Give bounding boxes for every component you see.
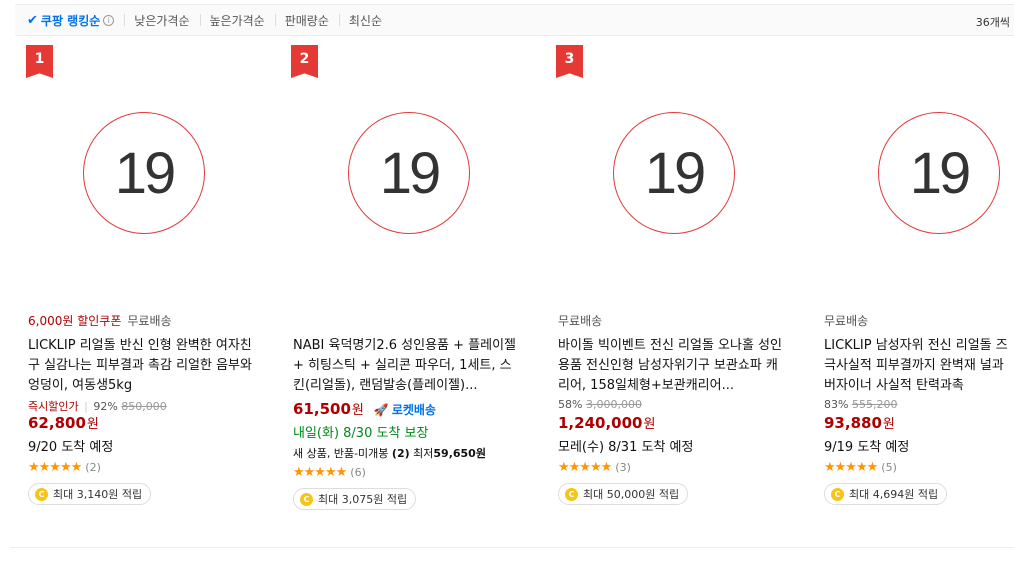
free-shipping-label: 무료배송 — [558, 314, 603, 328]
star-icon: ★★★★★ — [824, 459, 878, 475]
rocket-label: 로켓배송 — [391, 403, 436, 417]
discount-label: 즉시할인가 — [28, 400, 79, 413]
promo-line: 무료배송 — [558, 312, 798, 328]
coin-icon: C — [300, 492, 313, 506]
product-card[interactable]: 1 19 6,000원 할인쿠폰 무료배송 LICKLIP 리얼돌 반신 인형 완… — [15, 42, 265, 522]
sort-high-price[interactable]: 높은가격순 — [199, 13, 275, 28]
free-shipping-label: 무료배송 — [824, 314, 869, 328]
original-price: 555,200 — [851, 398, 898, 411]
sort-sales[interactable]: 판매량순 — [274, 13, 339, 28]
promo-line: 6,000원 할인쿠폰 무료배송 — [28, 312, 268, 328]
rating-count: (2) — [85, 460, 101, 474]
reward-badge: C 최대 4,694원 적립 — [824, 483, 948, 505]
promo-line: 무료배송 — [824, 312, 1014, 328]
coupon-label: 6,000원 할인쿠폰 — [28, 314, 122, 328]
coin-icon: C — [831, 487, 844, 501]
age-restricted-icon[interactable]: 19 — [613, 112, 735, 234]
used-offer[interactable]: 새 상품, 반품-미개봉 (2) 최저59,650원 — [293, 445, 533, 460]
arrival-info: 9/19 도착 예정 — [824, 440, 910, 455]
currency-label: 원 — [86, 417, 99, 432]
reward-label: 최대 50,000원 적립 — [583, 488, 680, 501]
sort-coupang-ranking[interactable]: ✔ 쿠팡 랭킹순 i — [15, 12, 124, 28]
reward-label: 최대 3,140원 적립 — [53, 488, 143, 501]
age-restricted-icon[interactable]: 19 — [348, 112, 470, 234]
promo-line — [293, 312, 533, 328]
age-restricted-icon[interactable]: 19 — [878, 112, 1000, 234]
arrival-info: 9/20 도착 예정 — [28, 440, 114, 455]
reward-badge: C 최대 3,075원 적립 — [293, 488, 417, 510]
discount-rate: 83% — [824, 398, 849, 411]
original-price: 850,000 — [121, 400, 167, 413]
sale-price: 62,800 — [28, 414, 86, 432]
product-name[interactable]: 바이돌 빅이벤트 전신 리얼돌 오나홀 성인용품 전신인형 남성자위기구 보관쇼… — [558, 336, 788, 396]
star-icon: ★★★★★ — [293, 464, 347, 480]
rating: ★★★★★ (5) — [824, 459, 1014, 475]
rating: ★★★★★ (3) — [558, 459, 798, 475]
rating-count: (3) — [615, 460, 631, 474]
star-icon: ★★★★★ — [558, 459, 612, 475]
product-card[interactable]: 3 19 무료배송 바이돌 빅이벤트 전신 리얼돌 오나홀 성인용품 전신인형 … — [545, 42, 795, 522]
sort-low-price[interactable]: 낮은가격순 — [124, 13, 199, 28]
coin-icon: C — [35, 487, 48, 501]
product-name[interactable]: LICKLIP 남성자위 전신 리얼돌 즈 극사실적 피부결까지 완벽재 널과 … — [824, 336, 1014, 396]
reward-label: 최대 3,075원 적립 — [318, 493, 408, 506]
price-row: 62,800 원 — [28, 413, 268, 434]
divider — [10, 547, 1014, 548]
used-offer-count: (2) — [391, 447, 410, 460]
product-name[interactable]: LICKLIP 리얼돌 반신 인형 완벽한 여자친구 실감나는 피부결과 촉감 … — [28, 336, 258, 396]
original-price: 3,000,000 — [585, 398, 642, 411]
discount-rate: 92% — [93, 400, 118, 413]
price-row: 61,500 원 🚀 로켓배송 — [293, 399, 533, 420]
currency-label: 원 — [351, 403, 364, 418]
discount-line: 83% 555,200 — [824, 398, 1014, 412]
coin-icon: C — [565, 487, 578, 501]
rank-badge: 3 — [556, 45, 583, 78]
price-row: 93,880 원 — [824, 413, 1014, 434]
discount-line: 58% 3,000,000 — [558, 398, 798, 412]
rank-badge: 1 — [26, 45, 53, 78]
used-offer-label: 새 상품, 반품-미개봉 — [293, 447, 389, 460]
arrival-info: 모레(수) 8/31 도착 예정 — [558, 440, 694, 455]
sale-price: 1,240,000 — [558, 414, 643, 432]
sale-price: 61,500 — [293, 400, 351, 418]
reward-badge: C 최대 50,000원 적립 — [558, 483, 689, 505]
info-icon[interactable]: i — [103, 14, 115, 26]
rating-count: (5) — [881, 460, 897, 474]
used-offer-min-label: 최저 — [413, 447, 434, 460]
star-icon: ★★★★★ — [28, 459, 82, 475]
discount-rate: 58% — [558, 398, 583, 411]
used-offer-min-price: 59,650원 — [433, 447, 486, 460]
sort-newest[interactable]: 최신순 — [338, 13, 392, 28]
check-icon: ✔ — [27, 12, 38, 28]
rating-count: (6) — [350, 465, 366, 479]
discount-line: 즉시할인가 | 92% 850,000 — [28, 398, 268, 413]
product-card[interactable]: 2 19 NABI 육덕명기2.6 성인용품 + 플레이젤 + 히팅스틱 + 실… — [280, 42, 530, 522]
reward-label: 최대 4,694원 적립 — [849, 488, 939, 501]
free-shipping-label: 무료배송 — [127, 314, 172, 328]
currency-label: 원 — [882, 417, 895, 432]
rocket-delivery-badge: 🚀 로켓배송 — [374, 401, 436, 418]
rating: ★★★★★ (2) — [28, 459, 268, 475]
rating: ★★★★★ (6) — [293, 464, 533, 480]
price-row: 1,240,000 원 — [558, 413, 798, 434]
product-card[interactable]: 19 무료배송 LICKLIP 남성자위 전신 리얼돌 즈 극사실적 피부결까지… — [810, 42, 1014, 522]
list-size-select[interactable]: 36개씩 — [976, 14, 1010, 30]
reward-badge: C 최대 3,140원 적립 — [28, 483, 152, 505]
sale-price: 93,880 — [824, 414, 882, 432]
sort-bar: ✔ 쿠팡 랭킹순 i 낮은가격순 높은가격순 판매량순 최신순 36개씩 — [15, 4, 1014, 36]
rocket-icon: 🚀 — [373, 403, 389, 417]
arrival-info: 내일(화) 8/30 도착 보장 — [293, 426, 429, 441]
age-restricted-icon[interactable]: 19 — [83, 112, 205, 234]
divider: | — [84, 400, 88, 413]
sort-label: 쿠팡 랭킹순 — [40, 13, 101, 28]
currency-label: 원 — [643, 417, 656, 432]
product-name[interactable]: NABI 육덕명기2.6 성인용품 + 플레이젤 + 히팅스틱 + 실리콘 파우… — [293, 336, 523, 396]
rank-badge: 2 — [291, 45, 318, 78]
